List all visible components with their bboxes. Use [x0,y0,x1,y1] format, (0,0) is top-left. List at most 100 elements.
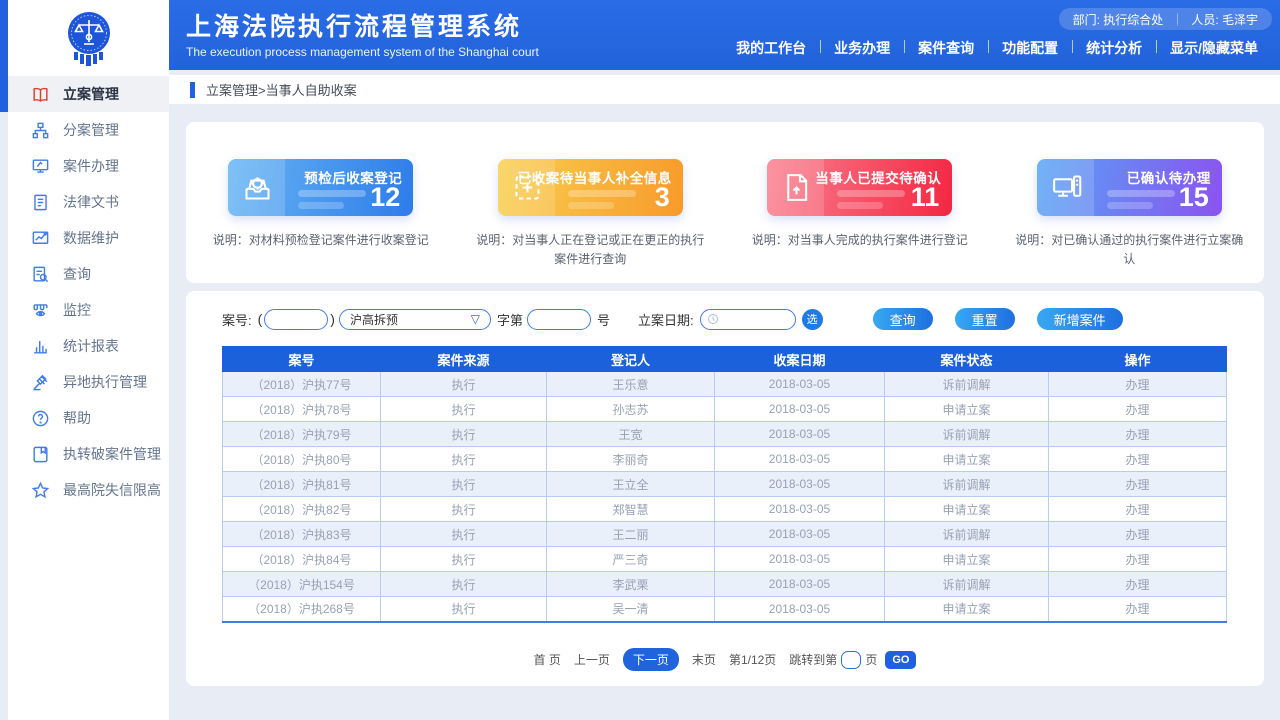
handle-case-link[interactable]: 办理 [1049,372,1227,397]
caseno-number-input[interactable] [527,309,591,330]
sidebar-item[interactable]: 案件办理 [8,148,169,184]
top-nav: 我的工作台 业务办理 案件查询 功能配置 统计分析 显示/隐藏菜单 [722,38,1272,58]
cell-caseno: （2018）沪执79号 [223,422,381,447]
sidebar-item[interactable]: 立案管理 [8,76,169,112]
cell-date: 2018-03-05 [715,422,885,447]
book-icon [30,84,50,104]
cell-date: 2018-03-05 [715,547,885,572]
top-nav-item[interactable]: 显示/隐藏菜单 [1156,38,1272,58]
cell-source: 执行 [381,522,547,547]
handle-case-link[interactable]: 办理 [1049,472,1227,497]
stat-card-note: 说明：对当事人正在登记或正在更正的执行案件进行查询 [474,231,706,268]
table-row: （2018）沪执84号 执行 严三奇 2018-03-05 申请立案 办理 [223,547,1227,572]
handle-case-link[interactable]: 办理 [1049,497,1227,522]
bar-chart-icon [30,336,50,356]
top-nav-item[interactable]: 业务办理 [820,38,904,58]
sidebar-item[interactable]: 法律文书 [8,184,169,220]
cell-status: 诉前调解 [885,572,1049,597]
case-type-select-value: 沪高拆预 [350,311,471,328]
cell-registrar: 李武栗 [547,572,715,597]
pagination-prev[interactable]: 上一页 [574,651,610,668]
date-pick-button[interactable]: 选 [802,309,823,330]
sidebar-item-label: 统计报表 [63,336,119,356]
case-table-head: 案号 案件来源 登记人 收案日期 案件状态 操作 [223,347,1227,372]
sidebar-item[interactable]: 查询 [8,256,169,292]
person-label: 人员: 毛泽宇 [1191,11,1258,28]
top-nav-item[interactable]: 案件查询 [904,38,988,58]
top-nav-item[interactable]: 我的工作台 [722,38,820,58]
chart-edit-icon [30,228,50,248]
handle-case-link[interactable]: 办理 [1049,422,1227,447]
cell-source: 执行 [381,472,547,497]
reset-button[interactable]: 重置 [955,308,1015,330]
sidebar-item[interactable]: 统计报表 [8,328,169,364]
filing-date-input[interactable] [723,312,787,326]
sidebar-item[interactable]: 最高院失信限高 [8,472,169,508]
sidebar-item-label: 案件办理 [63,156,119,176]
stat-card[interactable]: 已收案待当事人补全信息 3 [498,159,683,216]
cell-registrar: 李丽奇 [547,447,715,472]
search-button[interactable]: 查询 [873,308,933,330]
stat-card[interactable]: 当事人已提交待确认 11 [767,159,952,216]
sidebar-item-label: 异地执行管理 [63,372,147,392]
document-icon [30,192,50,212]
go-button[interactable]: GO [885,651,916,669]
cell-source: 执行 [381,497,547,522]
cell-date: 2018-03-05 [715,372,885,397]
stat-card-note: 说明：对已确认通过的执行案件进行立案确认 [1013,231,1245,268]
case-table-body: （2018）沪执77号 执行 王乐意 2018-03-05 诉前调解 办理 （2… [223,372,1227,622]
pagination-last[interactable]: 末页 [692,651,716,668]
sidebar-item[interactable]: 帮助 [8,400,169,436]
handle-case-link[interactable]: 办理 [1049,572,1227,597]
cell-status: 诉前调解 [885,422,1049,447]
handle-case-link[interactable]: 办理 [1049,522,1227,547]
handle-case-link[interactable]: 办理 [1049,547,1227,572]
stat-column: 当事人已提交待确认 11 说明：对当事人完成的执行案件进行登记 [740,122,980,283]
user-info-pill: 部门: 执行综合处 ｜ 人员: 毛泽宇 [1059,8,1272,30]
caseno-year-input[interactable] [264,309,328,330]
stat-card-value: 11 [911,182,940,213]
breadcrumb: 立案管理>当事人自助收案 [206,80,357,99]
case-type-select[interactable]: 沪高拆预 ▽ [339,309,491,330]
jump-page-input[interactable] [841,651,861,669]
table-column-header: 案号 [223,347,381,372]
table-column-header: 操作 [1049,347,1227,372]
new-case-button[interactable]: 新增案件 [1037,308,1123,330]
sidebar-item[interactable]: 监控 [8,292,169,328]
sidebar-item[interactable]: 异地执行管理 [8,364,169,400]
sidebar-item-label: 法律文书 [63,192,119,212]
stat-card[interactable]: 预检后收案登记 12 [228,159,413,216]
handle-case-link[interactable]: 办理 [1049,597,1227,622]
cell-status: 诉前调解 [885,472,1049,497]
cell-source: 执行 [381,397,547,422]
pagination-jump-group: 跳转到第 页 GO [789,651,916,669]
stat-card-decor-bar [568,190,636,197]
cell-registrar: 吴一清 [547,597,715,622]
sidebar-item-label: 最高院失信限高 [63,480,161,500]
stat-card-note: 说明：对当事人完成的执行案件进行登记 [744,231,976,250]
cell-date: 2018-03-05 [715,497,885,522]
sidebar-item[interactable]: 数据维护 [8,220,169,256]
sidebar-item[interactable]: 执转破案件管理 [8,436,169,472]
pagination-first[interactable]: 首 页 [534,651,561,668]
pill-divider: ｜ [1171,11,1183,28]
cell-registrar: 王宽 [547,422,715,447]
case-list-panel: 案号: ( ) 沪高拆预 ▽ 字第 号 立案日期: 选 查询 重置 新增案件 案… [186,291,1264,686]
sidebar-menu: 立案管理 分案管理 案件办理 法律文书 数据维护 [8,76,169,508]
cell-caseno: （2018）沪执83号 [223,522,381,547]
app-title: 上海法院执行流程管理系统 [186,7,539,43]
table-column-header: 收案日期 [715,347,885,372]
handle-case-link[interactable]: 办理 [1049,397,1227,422]
jump-prefix-label: 跳转到第 [789,651,837,668]
cell-registrar: 王乐意 [547,372,715,397]
pagination-next[interactable]: 下一页 [623,648,679,671]
stat-card[interactable]: 已确认待办理 15 [1037,159,1222,216]
top-nav-item[interactable]: 统计分析 [1072,38,1156,58]
table-row: （2018）沪执83号 执行 王二丽 2018-03-05 诉前调解 办理 [223,522,1227,547]
inbox-scan-icon [241,171,274,204]
handle-case-link[interactable]: 办理 [1049,447,1227,472]
top-nav-item[interactable]: 功能配置 [988,38,1072,58]
sidebar-item[interactable]: 分案管理 [8,112,169,148]
help-icon [30,408,50,428]
stat-card-decor-bar [298,202,344,209]
